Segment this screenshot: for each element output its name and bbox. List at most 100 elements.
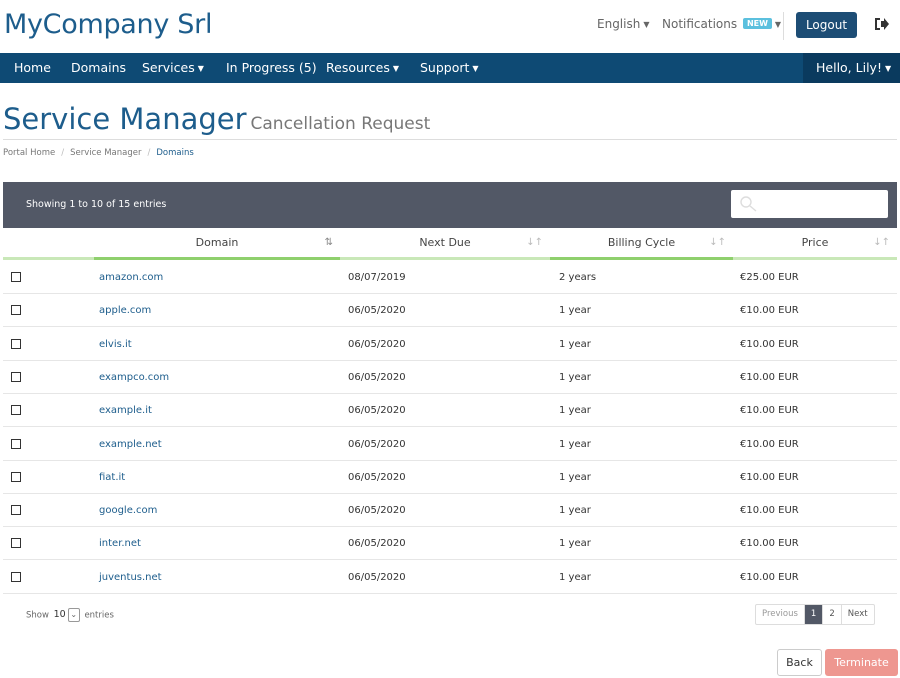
entries-select-value: 10 <box>53 609 66 620</box>
price-cell: €10.00 EUR <box>740 305 799 316</box>
billing-cycle-cell: 1 year <box>559 305 591 316</box>
pagination-previous[interactable]: Previous <box>756 605 805 624</box>
entries-select[interactable]: 10 ⌄ <box>54 608 80 622</box>
domain-link[interactable]: juventus.net <box>99 561 162 594</box>
row-checkbox[interactable] <box>11 305 21 315</box>
notifications-menu[interactable]: Notifications NEW ▼ <box>662 17 781 31</box>
nav-services-label: Services <box>142 60 195 75</box>
domain-link[interactable]: example.it <box>99 394 152 427</box>
next-due-cell: 06/05/2020 <box>348 572 406 583</box>
table-header: Domain ⇅ Next Due ↓↑ Billing Cycle ↓↑ Pr… <box>3 228 897 260</box>
row-checkbox[interactable] <box>11 538 21 548</box>
sort-icon: ↓↑ <box>526 237 543 248</box>
column-header-billing-cycle[interactable]: Billing Cycle ↓↑ <box>550 228 733 260</box>
page-title: Service Manager Cancellation Request <box>3 102 430 136</box>
pagination: Previous 1 2 Next <box>755 604 875 625</box>
domain-link[interactable]: google.com <box>99 494 157 527</box>
table-row: juventus.net 06/05/2020 1 year €10.00 EUR <box>3 561 897 594</box>
billing-cycle-cell: 1 year <box>559 505 591 516</box>
header: MyCompany Srl English ▼ Notifications NEW… <box>0 0 900 53</box>
entries-length: Show 10 ⌄ entries <box>26 608 114 622</box>
user-menu[interactable]: Hello, Lily! ▼ <box>803 53 900 83</box>
sign-out-icon[interactable] <box>872 15 890 33</box>
nav-in-progress[interactable]: In Progress (5) <box>226 53 317 83</box>
search-input[interactable] <box>731 190 888 218</box>
domain-link[interactable]: elvis.it <box>99 328 132 361</box>
domain-link[interactable]: fiat.it <box>99 461 125 494</box>
price-cell: €10.00 EUR <box>740 572 799 583</box>
sort-asc-icon: ⇅ <box>324 237 333 248</box>
row-checkbox[interactable] <box>11 439 21 449</box>
company-logo[interactable]: MyCompany Srl <box>4 9 212 40</box>
next-due-cell: 08/07/2019 <box>348 272 406 283</box>
nav-services[interactable]: Services ▼ <box>142 53 204 83</box>
table-info: Showing 1 to 10 of 15 entries <box>26 199 167 210</box>
billing-cycle-cell: 1 year <box>559 572 591 583</box>
column-header-price[interactable]: Price ↓↑ <box>733 228 897 260</box>
billing-cycle-cell: 1 year <box>559 538 591 549</box>
next-due-cell: 06/05/2020 <box>348 305 406 316</box>
domain-link[interactable]: example.net <box>99 428 162 461</box>
table-row: example.net 06/05/2020 1 year €10.00 EUR <box>3 428 897 461</box>
billing-cycle-cell: 1 year <box>559 405 591 416</box>
billing-cycle-cell: 1 year <box>559 439 591 450</box>
terminate-button[interactable]: Terminate <box>825 649 898 676</box>
sort-icon: ↓↑ <box>709 237 726 248</box>
next-due-cell: 06/05/2020 <box>348 538 406 549</box>
column-header-label: Price <box>801 236 829 249</box>
pagination-page-2[interactable]: 2 <box>823 605 842 624</box>
price-cell: €10.00 EUR <box>740 439 799 450</box>
table-toolbar: Showing 1 to 10 of 15 entries <box>3 182 897 228</box>
row-checkbox[interactable] <box>11 372 21 382</box>
nav-home[interactable]: Home <box>14 53 51 83</box>
language-selector[interactable]: English ▼ <box>597 17 650 31</box>
caret-down-icon: ▼ <box>472 64 479 73</box>
breadcrumb-service-manager[interactable]: Service Manager <box>70 148 141 158</box>
nav-resources-label: Resources <box>326 60 390 75</box>
chevron-down-icon: ⌄ <box>67 608 80 622</box>
caret-down-icon: ▼ <box>774 20 782 29</box>
row-checkbox[interactable] <box>11 472 21 482</box>
logout-button[interactable]: Logout <box>796 12 857 38</box>
column-header-label: Domain <box>195 236 239 249</box>
main-nav: Home Domains Services ▼ In Progress (5) R… <box>0 53 900 83</box>
entries-label: entries <box>84 610 114 621</box>
column-header-domain[interactable]: Domain ⇅ <box>94 228 340 260</box>
domain-link[interactable]: exampco.com <box>99 361 169 394</box>
column-header-next-due[interactable]: Next Due ↓↑ <box>340 228 550 260</box>
row-checkbox[interactable] <box>11 505 21 515</box>
domain-link[interactable]: apple.com <box>99 294 151 327</box>
nav-support[interactable]: Support ▼ <box>420 53 479 83</box>
nav-domains[interactable]: Domains <box>71 53 126 83</box>
breadcrumb-portal-home[interactable]: Portal Home <box>3 148 55 158</box>
table-row: elvis.it 06/05/2020 1 year €10.00 EUR <box>3 328 897 361</box>
nav-resources[interactable]: Resources ▼ <box>326 53 399 83</box>
divider <box>3 139 897 140</box>
back-button[interactable]: Back <box>777 649 822 676</box>
row-checkbox[interactable] <box>11 405 21 415</box>
domain-link[interactable]: inter.net <box>99 527 141 560</box>
next-due-cell: 06/05/2020 <box>348 439 406 450</box>
row-checkbox[interactable] <box>11 572 21 582</box>
row-checkbox[interactable] <box>11 339 21 349</box>
table-row: fiat.it 06/05/2020 1 year €10.00 EUR <box>3 461 897 494</box>
caret-down-icon: ▼ <box>884 64 892 73</box>
price-cell: €10.00 EUR <box>740 538 799 549</box>
breadcrumb-domains: Domains <box>156 148 194 158</box>
row-checkbox[interactable] <box>11 272 21 282</box>
domain-link[interactable]: amazon.com <box>99 261 163 294</box>
pagination-page-1[interactable]: 1 <box>804 605 824 624</box>
billing-cycle-cell: 1 year <box>559 472 591 483</box>
language-label: English <box>597 17 641 31</box>
search-icon <box>740 196 757 212</box>
caret-down-icon: ▼ <box>392 64 399 73</box>
table-row: example.it 06/05/2020 1 year €10.00 EUR <box>3 394 897 427</box>
pagination-next[interactable]: Next <box>842 605 874 624</box>
billing-cycle-cell: 1 year <box>559 339 591 350</box>
price-cell: €10.00 EUR <box>740 505 799 516</box>
breadcrumb-separator: / <box>61 148 65 158</box>
price-cell: €10.00 EUR <box>740 472 799 483</box>
table-row: exampco.com 06/05/2020 1 year €10.00 EUR <box>3 361 897 394</box>
billing-cycle-cell: 1 year <box>559 372 591 383</box>
sort-icon: ↓↑ <box>873 237 890 248</box>
